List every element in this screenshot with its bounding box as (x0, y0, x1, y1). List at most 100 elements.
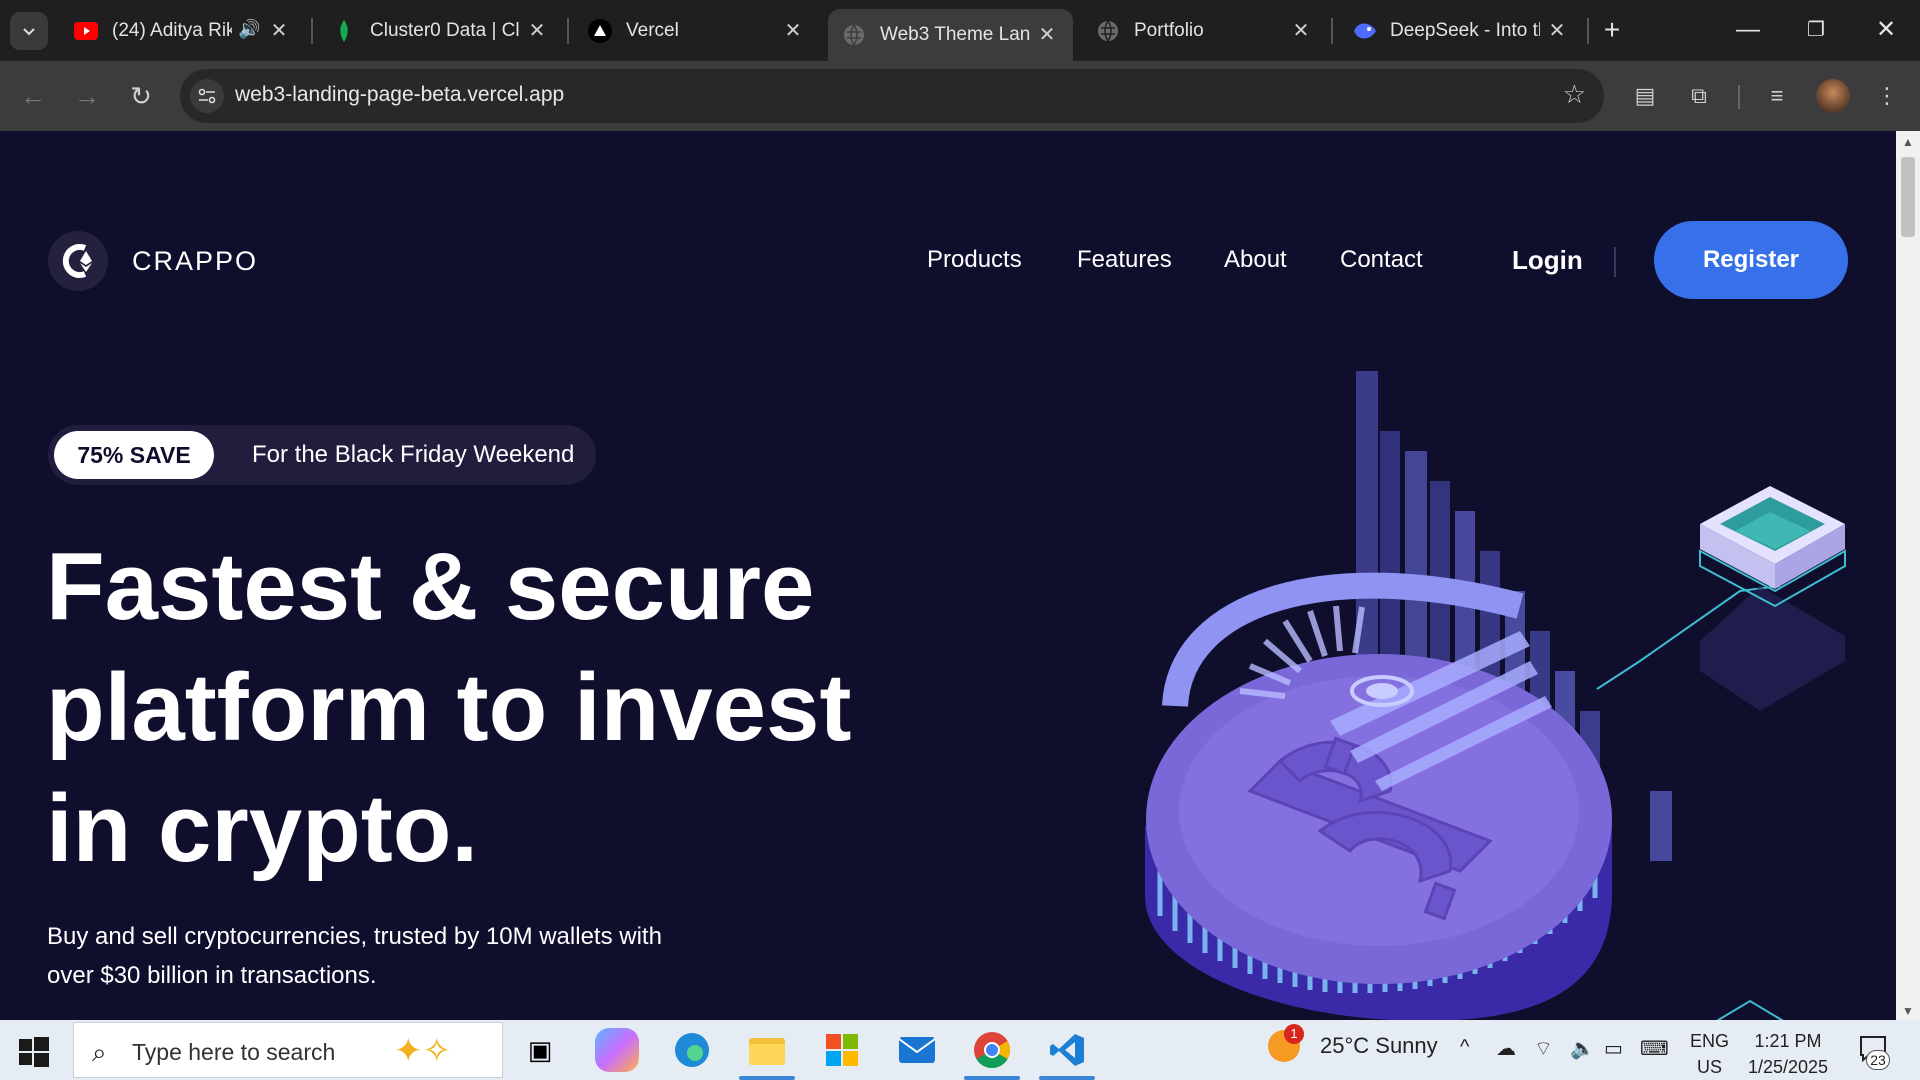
toolbar-divider (1738, 85, 1740, 109)
promo-banner: 75% SAVE For the Black Friday Weekend (48, 425, 596, 485)
tab-title: Vercel (626, 20, 679, 41)
tab-groups-icon[interactable]: ▤ (1628, 79, 1662, 113)
brand-name: CRAPPO (132, 245, 259, 276)
search-placeholder: Type here to search (132, 1039, 336, 1065)
volume-icon[interactable]: 🔈 (1570, 1036, 1595, 1061)
tab-title: (24) Aditya Rikh (112, 20, 232, 41)
battery-icon[interactable]: ▭ (1604, 1036, 1623, 1061)
copilot-icon[interactable] (595, 1028, 639, 1072)
clock-date: 1/25/2025 (1747, 1057, 1829, 1077)
task-view-icon[interactable]: ▣ (518, 1028, 562, 1072)
nav-about[interactable]: About (1224, 246, 1287, 274)
notification-count-badge: 23 (1866, 1050, 1890, 1070)
tab-vercel[interactable]: Vercel ✕ (574, 10, 819, 52)
tab-divider (567, 18, 569, 44)
profile-avatar[interactable] (1816, 79, 1850, 113)
taskbar-search-input[interactable]: ⌕ Type here to search ✦✧ (73, 1022, 503, 1078)
restore-button[interactable]: ❐ (1796, 12, 1836, 48)
tab-divider (1331, 18, 1333, 44)
login-link[interactable]: Login (1512, 245, 1583, 276)
subtext-line: Buy and sell cryptocurrencies, trusted b… (47, 923, 662, 950)
tab-title: Cluster0 Data | Clo (370, 20, 520, 41)
windows-taskbar: ⌕ Type here to search ✦✧ ▣ 1 25°C Sunny … (0, 1020, 1920, 1080)
page-scrollbar[interactable]: ▲ ▼ (1896, 131, 1920, 1020)
extensions-icon[interactable]: ⧉ (1682, 79, 1716, 113)
hero-line: platform to invest (46, 654, 852, 761)
weather-widget[interactable]: 1 25°C Sunny (1268, 1024, 1438, 1062)
chrome-icon[interactable] (964, 1028, 1020, 1080)
windows-start-icon[interactable] (18, 1036, 50, 1068)
menu-icon[interactable]: ⋮ (1870, 79, 1904, 113)
forward-button[interactable]: → (70, 79, 104, 113)
back-button[interactable]: ← (16, 79, 50, 113)
address-bar[interactable]: web3-landing-page-beta.vercel.app ☆ (180, 69, 1604, 123)
speaker-icon[interactable]: 🔊 (238, 19, 260, 40)
language-indicator[interactable]: ENG US (1690, 1028, 1729, 1080)
keyboard-icon[interactable]: ⌨ (1640, 1036, 1669, 1061)
search-icon: ⌕ (92, 1037, 107, 1067)
browser-tab-strip: (24) Aditya Rikh 🔊 ✕ Cluster0 Data | Clo… (0, 0, 1920, 61)
leaf-icon (332, 19, 356, 43)
language-code: ENG (1690, 1031, 1730, 1051)
globe-icon (842, 23, 866, 47)
sparkle-icon: ✦✧ (394, 1032, 451, 1070)
nav-products[interactable]: Products (927, 246, 1022, 274)
register-button[interactable]: Register (1654, 221, 1848, 299)
nav-divider (1614, 247, 1616, 277)
minimize-button[interactable]: — (1728, 12, 1768, 48)
mail-icon[interactable] (895, 1028, 939, 1072)
subtext-line: over $30 billion in transactions. (47, 962, 377, 989)
crappo-logo-icon (48, 231, 108, 291)
chevron-down-icon (23, 28, 35, 36)
tab-portfolio[interactable]: Portfolio ✕ (1082, 10, 1327, 52)
weather-text: 25°C Sunny (1320, 1033, 1438, 1058)
close-tab-icon[interactable]: ✕ (781, 19, 805, 43)
new-tab-button[interactable]: + (1596, 14, 1628, 46)
close-tab-icon[interactable]: ✕ (525, 19, 549, 43)
hero-line: Fastest & secure (46, 533, 815, 640)
close-tab-icon[interactable]: ✕ (1545, 19, 1569, 43)
hero-subtext: Buy and sell cryptocurrencies, trusted b… (47, 917, 767, 995)
media-controls-icon[interactable]: ≡ (1760, 79, 1794, 113)
tab-title: Web3 Theme Land (880, 24, 1030, 45)
tab-title: DeepSeek - Into th (1390, 20, 1540, 41)
tab-mongodb[interactable]: Cluster0 Data | Clo ✕ (318, 10, 563, 52)
edge-icon[interactable] (670, 1028, 714, 1072)
scroll-down-arrow-icon[interactable]: ▼ (1902, 1004, 1914, 1018)
reload-button[interactable]: ↻ (124, 79, 158, 113)
microsoft-store-icon[interactable] (820, 1028, 864, 1072)
show-hidden-icons-chevron-icon[interactable]: ^ (1460, 1036, 1469, 1059)
weather-badge: 1 (1284, 1024, 1304, 1044)
tab-divider (311, 18, 313, 44)
vscode-icon[interactable] (1039, 1028, 1095, 1080)
tab-web3-landing[interactable]: Web3 Theme Land ✕ (828, 9, 1073, 61)
close-tab-icon[interactable]: ✕ (267, 19, 291, 43)
nav-contact[interactable]: Contact (1340, 246, 1423, 274)
sun-icon: 1 (1268, 1024, 1304, 1062)
promo-badge: 75% SAVE (54, 431, 214, 479)
tab-search-button[interactable] (10, 12, 48, 50)
vercel-icon (588, 19, 612, 43)
tab-divider (1587, 18, 1589, 44)
close-window-button[interactable]: ✕ (1866, 12, 1906, 48)
bookmark-star-icon[interactable]: ☆ (1563, 79, 1586, 110)
wifi-icon[interactable]: ⌔ (1534, 1036, 1553, 1061)
system-clock[interactable]: 1:21 PM 1/25/2025 (1746, 1028, 1830, 1080)
clock-time: 1:21 PM (1754, 1031, 1822, 1051)
tab-deepseek[interactable]: DeepSeek - Into th ✕ (1338, 10, 1583, 52)
tab-youtube[interactable]: (24) Aditya Rikh 🔊 ✕ (60, 10, 305, 52)
tab-title: Portfolio (1134, 20, 1204, 41)
scroll-up-arrow-icon[interactable]: ▲ (1902, 135, 1914, 149)
site-info-icon[interactable] (190, 79, 224, 113)
browser-toolbar: ← → ↻ web3-landing-page-beta.vercel.app … (0, 61, 1920, 131)
youtube-icon (74, 19, 98, 43)
brand-logo[interactable]: CRAPPO (48, 231, 258, 291)
scrollbar-thumb[interactable] (1901, 157, 1915, 237)
nav-features[interactable]: Features (1077, 246, 1172, 274)
onedrive-icon[interactable]: ☁ (1496, 1036, 1516, 1061)
close-tab-icon[interactable]: ✕ (1289, 19, 1313, 43)
globe-icon (1096, 19, 1120, 43)
hero-line: in crypto. (46, 775, 479, 882)
close-tab-icon[interactable]: ✕ (1035, 23, 1059, 47)
file-explorer-icon[interactable] (739, 1028, 795, 1080)
